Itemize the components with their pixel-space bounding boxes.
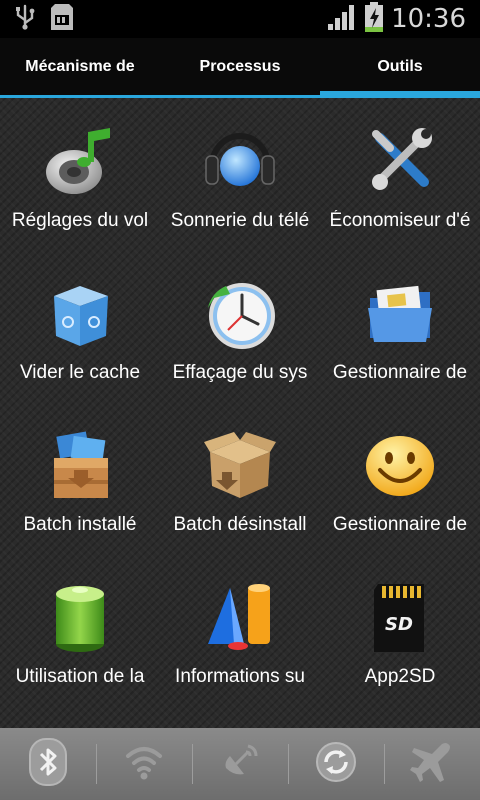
tab-mecanisme[interactable]: Mécanisme de	[0, 38, 160, 95]
tool-label: Gestionnaire de	[332, 362, 468, 383]
clock-icon	[204, 278, 276, 350]
tool-label: Batch installé	[23, 514, 137, 535]
usb-icon	[14, 4, 36, 34]
wifi-icon	[124, 742, 164, 786]
bluetooth-toggle[interactable]	[0, 728, 96, 800]
ringtone-headphones-icon	[204, 126, 276, 198]
tool-system-info[interactable]: Informations su	[160, 576, 320, 728]
gps-icon	[220, 742, 260, 786]
smiley-icon	[364, 430, 436, 502]
recycle-bin-icon	[44, 278, 116, 350]
tool-batch-uninstall[interactable]: Batch désinstall	[160, 424, 320, 576]
tools-grid: Réglages du vol Sonnerie du télé Économi…	[0, 98, 480, 728]
signal-icon	[327, 3, 357, 35]
sd-card-icon: SD	[364, 582, 436, 654]
tool-label: Gestionnaire de	[332, 514, 468, 535]
battery-icon	[44, 582, 116, 654]
tool-manager-smiley[interactable]: Gestionnaire de	[320, 424, 480, 576]
tool-label: Sonnerie du télé	[170, 210, 310, 231]
box-uninstall-icon	[204, 430, 276, 502]
batch-install-icon	[44, 430, 116, 502]
tool-label: Économiseur d'é	[329, 210, 471, 231]
tool-label: Utilisation de la	[15, 666, 145, 687]
shapes-icon	[204, 582, 276, 654]
tool-app2sd[interactable]: SD App2SD	[320, 576, 480, 728]
status-bar: 10:36	[0, 0, 480, 38]
sd-card-icon	[50, 3, 74, 35]
tool-label: App2SD	[364, 666, 436, 687]
tab-outils[interactable]: Outils	[320, 38, 480, 95]
airplane-toggle[interactable]	[384, 728, 480, 800]
sync-toggle[interactable]	[288, 728, 384, 800]
tools-grid-area: Réglages du vol Sonnerie du télé Économi…	[0, 98, 480, 728]
tool-label: Effaçage du sys	[172, 362, 308, 383]
status-time: 10:36	[391, 4, 466, 34]
tool-system-clean[interactable]: Effaçage du sys	[160, 272, 320, 424]
tool-label: Réglages du vol	[11, 210, 149, 231]
quick-toggle-bar	[0, 728, 480, 800]
tool-ringtone[interactable]: Sonnerie du télé	[160, 120, 320, 272]
sync-icon	[315, 741, 357, 787]
tool-manager-files[interactable]: Gestionnaire de	[320, 272, 480, 424]
gps-toggle[interactable]	[192, 728, 288, 800]
airplane-icon	[410, 740, 454, 788]
tool-label: Batch désinstall	[173, 514, 307, 535]
tool-label: Vider le cache	[19, 362, 141, 383]
tool-clear-cache[interactable]: Vider le cache	[0, 272, 160, 424]
battery-charging-icon	[365, 2, 384, 36]
wifi-toggle[interactable]	[96, 728, 192, 800]
volume-settings-icon	[44, 126, 116, 198]
tool-label: Informations su	[175, 666, 305, 687]
bluetooth-icon	[29, 738, 67, 790]
tool-volume-settings[interactable]: Réglages du vol	[0, 120, 160, 272]
tool-power-saver[interactable]: Économiseur d'é	[320, 120, 480, 272]
tools-icon	[364, 126, 436, 198]
tool-battery-usage[interactable]: Utilisation de la	[0, 576, 160, 728]
tab-bar: Mécanisme de Processus Outils	[0, 38, 480, 98]
folder-icon	[364, 278, 436, 350]
tool-batch-install[interactable]: Batch installé	[0, 424, 160, 576]
tab-processus[interactable]: Processus	[160, 38, 320, 95]
svg-text:SD: SD	[385, 614, 413, 635]
